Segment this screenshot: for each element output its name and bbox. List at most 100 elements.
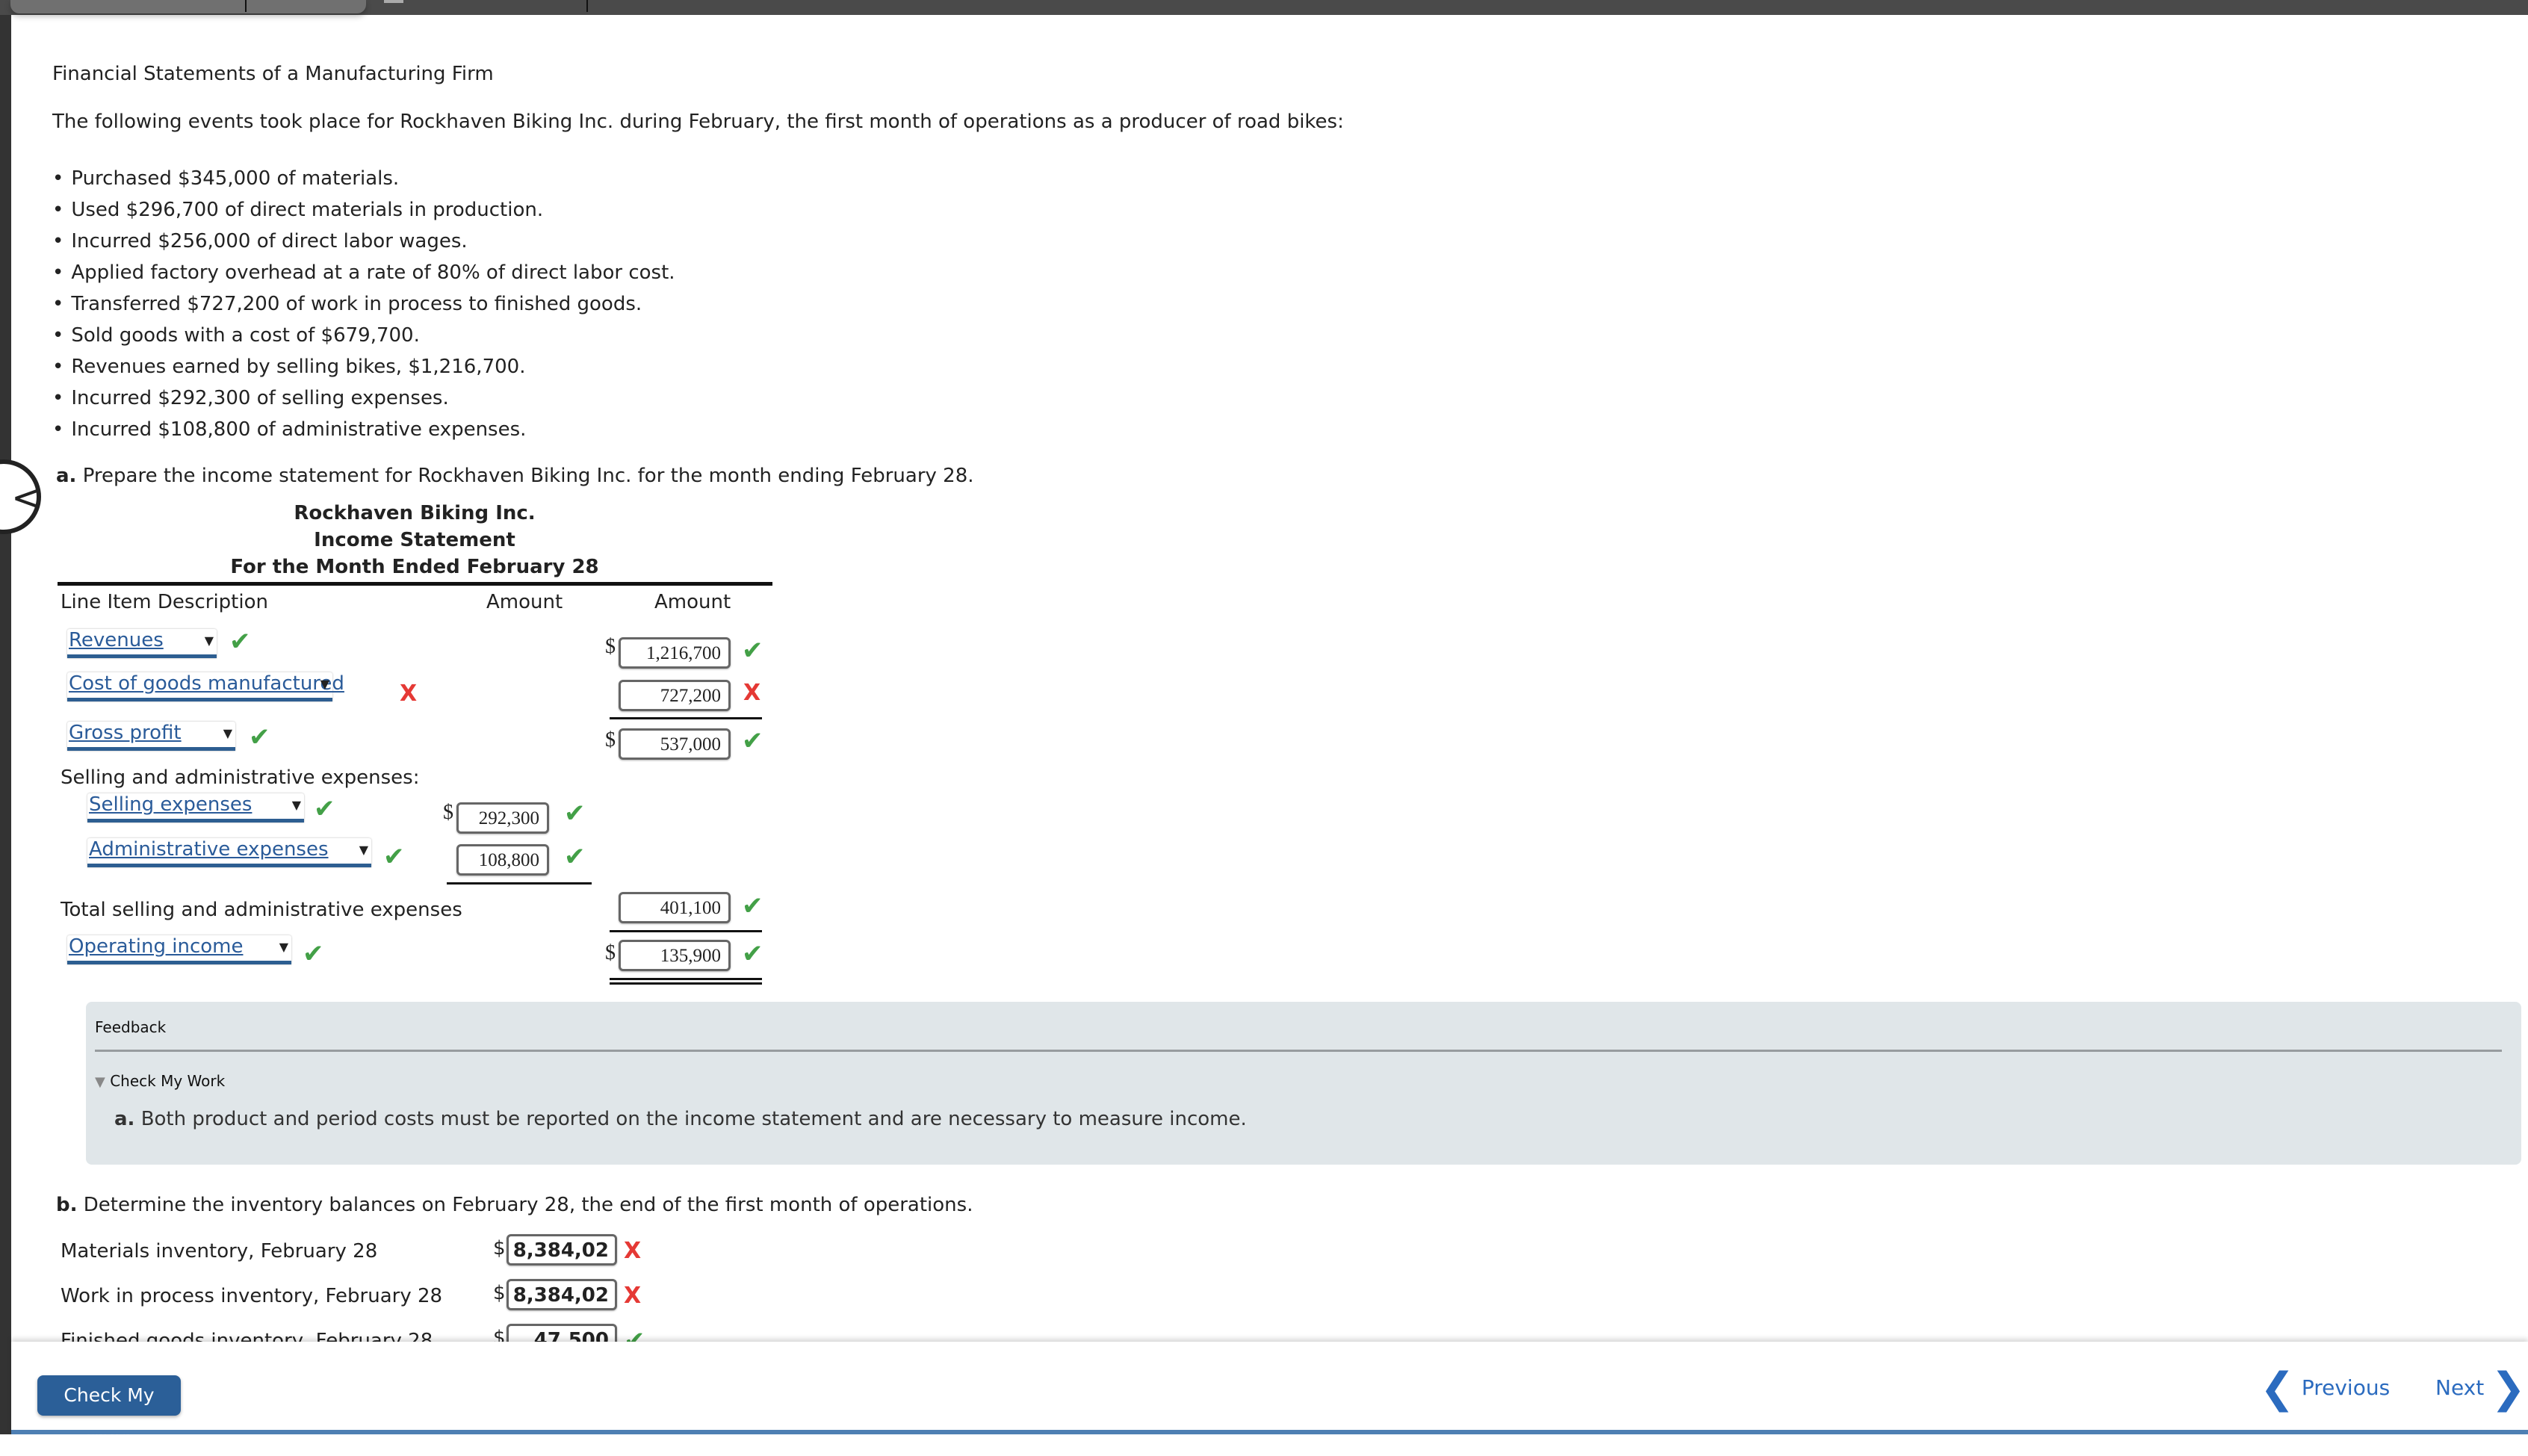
materials-inventory-input[interactable]: 8,384,02	[506, 1234, 617, 1266]
dropdown-arrow-icon: ▼	[320, 677, 329, 691]
cross-icon: X	[400, 681, 418, 707]
event-item: Revenues earned by selling bikes, $1,216…	[52, 351, 675, 382]
dollar-sign: $	[493, 1237, 506, 1260]
event-item: Transferred $727,200 of work in process …	[52, 288, 675, 320]
dropdown-arrow-icon: ▼	[291, 798, 301, 812]
total-sa-expenses-amount-input[interactable]: 401,100	[619, 892, 731, 923]
chevron-left-icon: <	[11, 476, 43, 519]
subtotal-rule	[610, 930, 762, 932]
operating-income-amount-input[interactable]: 135,900	[619, 940, 731, 971]
revenues-select[interactable]: Revenues ▼	[67, 629, 217, 658]
cross-icon: X	[743, 680, 761, 706]
part-a-text: Prepare the income statement for Rockhav…	[82, 465, 974, 487]
part-b-question: b. Determine the inventory balances on F…	[56, 1194, 973, 1216]
triangle-down-icon: ▼	[95, 1074, 105, 1090]
double-rule-top	[610, 978, 762, 980]
selling-expenses-select[interactable]: Selling expenses ▼	[87, 793, 304, 823]
check-icon: ✔	[742, 636, 763, 666]
header-rule	[58, 582, 772, 586]
gross-profit-amount-input[interactable]: 537,000	[619, 728, 731, 760]
cogm-amount-input[interactable]: 727,200	[619, 680, 731, 711]
dollar-sign: $	[605, 635, 616, 658]
next-label: Next	[2435, 1375, 2485, 1400]
feedback-title: Feedback	[95, 1018, 167, 1036]
event-item: Incurred $292,300 of selling expenses.	[52, 382, 675, 414]
dollar-sign: $	[605, 941, 616, 964]
event-item: Incurred $256,000 of direct labor wages.	[52, 226, 675, 257]
chevron-left-icon: ❮	[2260, 1364, 2295, 1413]
check-icon: ✔	[249, 722, 270, 752]
part-a-label: a.	[56, 465, 77, 487]
dollar-sign: $	[443, 801, 453, 824]
statement-name: Income Statement	[314, 529, 515, 551]
feedback-message-text: Both product and period costs must be re…	[140, 1108, 1247, 1130]
event-item: Sold goods with a cost of $679,700.	[52, 320, 675, 351]
page-title: Financial Statements of a Manufacturing …	[52, 63, 494, 85]
check-my-work-button[interactable]: Check My Work	[37, 1375, 181, 1446]
previous-button[interactable]: ❮ Previous	[2260, 1368, 2391, 1410]
dropdown-arrow-icon: ▼	[279, 940, 288, 954]
statement-company: Rockhaven Biking Inc.	[294, 502, 536, 524]
total-sa-expenses-label: Total selling and administrative expense…	[61, 899, 462, 921]
dollar-sign: $	[605, 728, 616, 752]
feedback-message: a. Both product and period costs must be…	[114, 1108, 1247, 1130]
check-icon: ✔	[303, 939, 324, 969]
tab-group[interactable]	[10, 0, 366, 13]
part-b-label: b.	[56, 1194, 78, 1216]
browser-top-bar	[0, 0, 2528, 15]
toolbar-separator	[586, 0, 588, 12]
tab-divider	[245, 0, 247, 12]
dropdown-arrow-icon: ▼	[204, 633, 214, 648]
cogm-select-value: Cost of goods manufactured	[69, 672, 344, 695]
gross-profit-select[interactable]: Gross profit ▼	[67, 722, 235, 751]
feedback-message-label: a.	[114, 1108, 135, 1130]
subtotal-rule	[447, 882, 592, 885]
check-my-work-toggle[interactable]: ▼ Check My Work	[95, 1072, 225, 1090]
revenues-select-value: Revenues	[69, 629, 164, 651]
dropdown-arrow-icon: ▼	[223, 726, 232, 740]
event-item: Used $296,700 of direct materials in pro…	[52, 194, 675, 226]
feedback-divider	[95, 1050, 2502, 1052]
check-icon: ✔	[564, 799, 586, 828]
col-header-description: Line Item Description	[61, 591, 268, 613]
double-rule-bottom	[610, 982, 762, 985]
check-my-work-toggle-label: Check My Work	[110, 1072, 226, 1090]
chevron-right-icon: ❯	[2491, 1364, 2527, 1413]
check-icon: ✔	[742, 726, 763, 756]
statement-period: For the Month Ended February 28	[230, 556, 599, 578]
col-header-amount-2: Amount	[654, 591, 731, 613]
check-icon: ✔	[314, 794, 335, 824]
gross-profit-select-value: Gross profit	[69, 722, 182, 744]
footer-bottom-line	[11, 1430, 2528, 1434]
feedback-panel: Feedback ▼ Check My Work a. Both product…	[86, 1002, 2521, 1165]
event-item: Applied factory overhead at a rate of 80…	[52, 257, 675, 288]
event-item: Incurred $108,800 of administrative expe…	[52, 414, 675, 445]
revenues-amount-input[interactable]: 1,216,700	[619, 637, 731, 669]
back-button[interactable]: <	[0, 459, 43, 534]
administrative-expenses-amount-input[interactable]: 108,800	[456, 844, 549, 876]
dropdown-arrow-icon: ▼	[359, 843, 368, 857]
administrative-expenses-select[interactable]: Administrative expenses ▼	[87, 838, 371, 867]
subtotal-rule	[610, 717, 762, 719]
event-item: Purchased $345,000 of materials.	[52, 163, 675, 194]
wip-inventory-input[interactable]: 8,384,02	[506, 1279, 617, 1310]
selling-expenses-amount-input[interactable]: 292,300	[456, 802, 549, 834]
check-icon: ✔	[742, 891, 763, 921]
previous-label: Previous	[2301, 1375, 2391, 1400]
cogm-select[interactable]: Cost of goods manufactured ▼	[67, 672, 344, 701]
part-b-text: Determine the inventory balances on Febr…	[83, 1194, 973, 1216]
materials-inventory-label: Materials inventory, February 28	[61, 1240, 378, 1263]
cross-icon: X	[624, 1238, 642, 1264]
check-icon: ✔	[564, 842, 586, 872]
cross-icon: X	[624, 1283, 642, 1309]
wip-inventory-label: Work in process inventory, February 28	[61, 1285, 443, 1307]
sa-expenses-heading: Selling and administrative expenses:	[61, 766, 420, 789]
footer-bar: Check My Work ❮ Previous Next ❯	[11, 1342, 2528, 1446]
event-list: Purchased $345,000 of materials. Used $2…	[52, 163, 675, 445]
next-button[interactable]: Next ❯	[2435, 1368, 2526, 1410]
dollar-sign: $	[493, 1282, 506, 1304]
check-icon: ✔	[383, 842, 405, 872]
intro-text: The following events took place for Rock…	[52, 111, 1344, 133]
operating-income-select[interactable]: Operating income ▼	[67, 935, 291, 964]
col-header-amount-1: Amount	[486, 591, 563, 613]
